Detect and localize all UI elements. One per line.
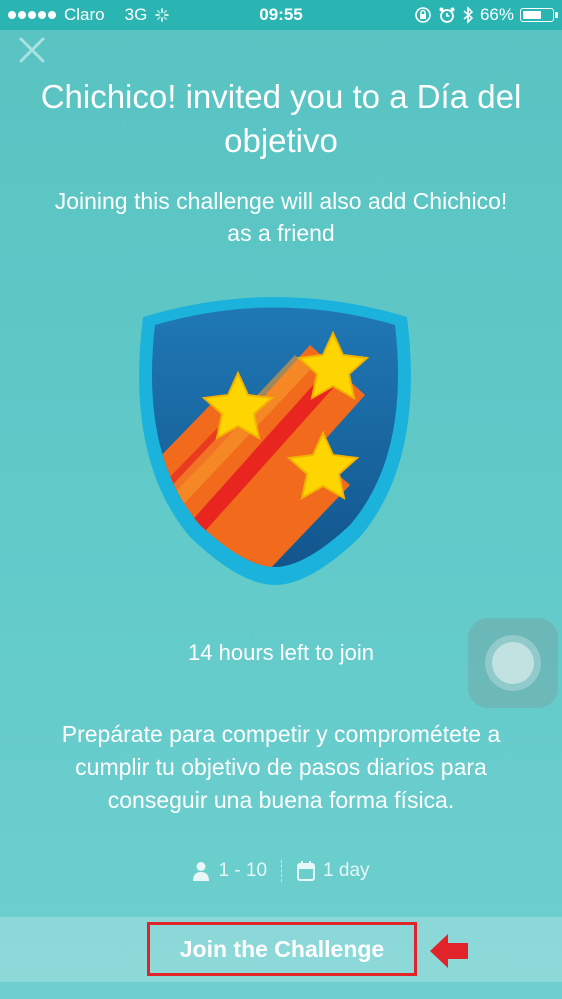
person-icon [193,862,210,881]
close-icon[interactable] [18,36,46,64]
challenge-meta: 1 - 10 1 day [0,860,562,882]
calendar-icon [297,861,316,881]
status-bar: Claro 3G 09:55 66% [0,0,562,30]
rotation-lock-icon [415,7,431,23]
battery-level [523,11,541,19]
pointer-arrow-icon [430,934,468,968]
battery-percent: 66% [479,5,514,24]
assistive-touch-button[interactable] [468,618,558,708]
page-title: Chichico! invited you to a Día del objet… [40,78,522,159]
participants-range: 1 - 10 [218,860,268,881]
challenge-duration: 1 day [323,860,370,881]
shooting-stars-shield-icon [139,297,411,585]
status-right: 66% [414,5,558,25]
bluetooth-icon [463,6,474,24]
meta-divider [281,860,283,882]
join-challenge-button[interactable]: Join the Challenge [147,922,417,976]
friend-notice: Joining this challenge will also add Chi… [54,188,508,246]
alarm-icon [439,7,455,23]
battery-icon [520,8,558,22]
assistive-touch-core [492,642,534,684]
challenge-description: Prepárate para competir y comprométete a… [61,721,501,813]
